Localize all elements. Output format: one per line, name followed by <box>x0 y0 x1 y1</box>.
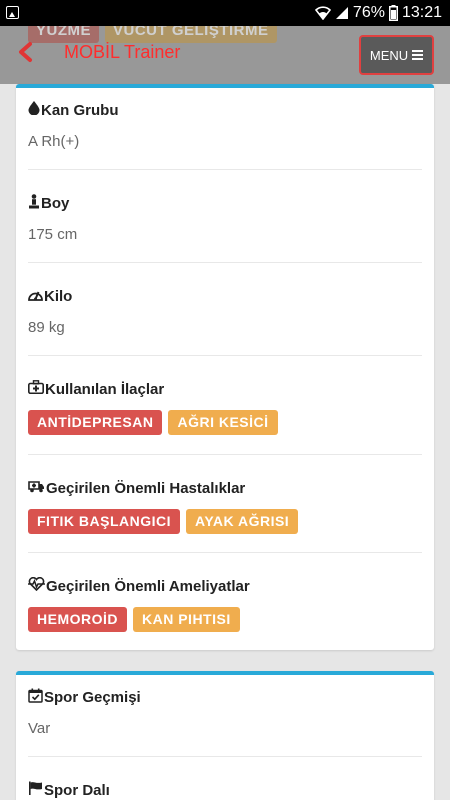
divider <box>28 169 422 170</box>
medication-tag: AĞRI KESİCİ <box>168 410 278 435</box>
divider <box>28 552 422 553</box>
sport-history-label: Spor Geçmişi <box>44 688 141 706</box>
dashboard-icon <box>28 288 44 305</box>
surgery-tag: KAN PIHTISI <box>133 607 240 632</box>
surgeries-label: Geçirilen Önemli Ameliyatlar <box>46 577 250 595</box>
flag-icon <box>28 781 44 799</box>
battery-icon <box>388 5 398 21</box>
battery-percent: 76% <box>352 4 385 21</box>
menu-label: MENU <box>369 47 409 63</box>
scrolled-tag: YÜZME <box>28 26 99 43</box>
drop-icon <box>28 101 41 119</box>
illnesses-label: Geçirilen Önemli Hastalıklar <box>46 479 246 497</box>
sport-history-value: Var <box>28 720 51 737</box>
height-label: Boy <box>41 194 70 212</box>
menu-button[interactable]: MENU <box>359 35 434 75</box>
divider <box>28 262 422 263</box>
divider <box>28 756 422 757</box>
divider <box>28 454 422 455</box>
blood-type-value: A Rh(+) <box>28 133 80 150</box>
signal-icon <box>335 6 349 20</box>
medication-tags: ANTİDEPRESAN AĞRI KESİCİ <box>28 410 422 435</box>
scrolled-tag: VÜCUT GELİŞTİRME <box>105 26 277 43</box>
hamburger-icon <box>412 48 424 62</box>
illnesses-field: Geçirilen Önemli Hastalıklar FITIK BAŞLA… <box>28 478 422 534</box>
height-field: Boy 175 cm <box>28 193 422 243</box>
sport-history-field: Spor Geçmişi Var <box>28 687 422 737</box>
status-bar: 76% 13:21 <box>0 0 450 26</box>
blood-type-label: Kan Grubu <box>41 101 119 119</box>
illness-tags: FITIK BAŞLANGICI AYAK AĞRISI <box>28 509 422 534</box>
heartbeat-icon <box>28 576 46 595</box>
surgery-tag: HEMOROİD <box>28 607 127 632</box>
health-info-card: Kan Grubu A Rh(+) Boy 175 cm Kilo 89 kg … <box>16 84 434 650</box>
app-title: MOBİL Trainer <box>64 42 181 62</box>
medkit-icon <box>28 380 45 398</box>
ambulance-icon <box>28 480 46 497</box>
surgeries-field: Geçirilen Önemli Ameliyatlar HEMOROİD KA… <box>28 576 422 632</box>
divider <box>28 355 422 356</box>
image-icon <box>6 6 19 19</box>
calendar-check-icon <box>28 688 44 707</box>
sport-branch-field: Spor Dalı <box>28 780 422 800</box>
sport-info-card: Spor Geçmişi Var Spor Dalı <box>16 671 434 800</box>
medication-tag: ANTİDEPRESAN <box>28 410 163 435</box>
wifi-icon <box>314 6 331 20</box>
height-value: 175 cm <box>28 226 78 243</box>
surgery-tags: HEMOROİD KAN PIHTISI <box>28 607 422 632</box>
weight-label: Kilo <box>44 287 73 305</box>
blood-type-field: Kan Grubu A Rh(+) <box>28 100 422 150</box>
person-icon <box>28 193 41 213</box>
status-icons: 76% 13:21 <box>314 0 442 26</box>
illness-tag: FITIK BAŞLANGICI <box>28 509 180 534</box>
weight-value: 89 kg <box>28 319 65 336</box>
back-arrow-icon[interactable] <box>14 40 38 64</box>
app-header: YÜZME VÜCUT GELİŞTİRME MOBİL Trainer MEN… <box>0 26 450 84</box>
medications-label: Kullanılan İlaçlar <box>45 380 165 398</box>
medications-field: Kullanılan İlaçlar ANTİDEPRESAN AĞRI KES… <box>28 379 422 435</box>
sport-branch-label: Spor Dalı <box>44 781 110 799</box>
scrolled-tags: YÜZME VÜCUT GELİŞTİRME <box>28 26 277 43</box>
illness-tag: AYAK AĞRISI <box>186 509 299 534</box>
clock: 13:21 <box>401 4 442 21</box>
weight-field: Kilo 89 kg <box>28 286 422 337</box>
